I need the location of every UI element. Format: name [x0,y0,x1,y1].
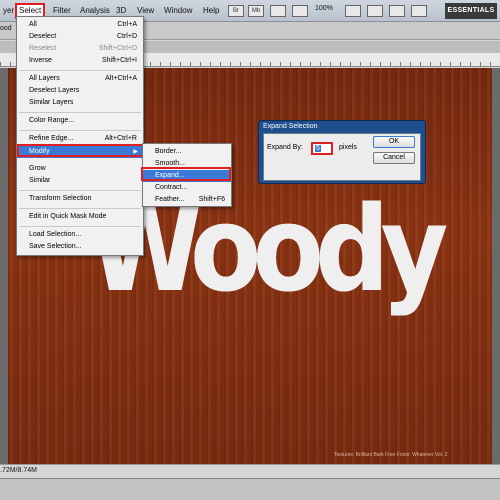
select-menu-dropdown: All Ctrl+A Deselect Ctrl+D Reselect Shift+C… [16,16,145,256]
modify-highlight-annotation [17,144,145,157]
minibridge-icon[interactable]: Mb [248,5,264,17]
menu-item-transform-selection[interactable]: Transform Selection [17,193,143,205]
options-label: ood [0,25,12,32]
watermark-text: Textures: Brilliant Bark Free Fonts: Wha… [334,452,448,458]
expand-by-label: Expand By: [267,144,303,151]
ok-button[interactable]: OK [373,136,415,148]
submenu-item-border[interactable]: Border... [143,146,231,158]
menu-help[interactable]: Help [200,3,222,19]
document-info[interactable]: .72M/8.74M [0,467,37,474]
menu-item-similar-layers[interactable]: Similar Layers [17,97,143,109]
expand-by-input[interactable]: 5 [311,142,333,155]
bottom-panel [0,478,500,500]
menu-item-load-selection[interactable]: Load Selection... [17,229,143,241]
cancel-button[interactable]: Cancel [373,152,415,164]
menu-item-all-layers[interactable]: All Layers Alt+Ctrl+A [17,73,143,85]
rotate-view-icon[interactable] [411,5,427,17]
pixels-unit-label: pixels [339,144,357,151]
menu-item-quick-mask[interactable]: Edit in Quick Mask Mode [17,211,143,223]
screen-mode-icon[interactable] [367,5,383,17]
expand-highlight-annotation [141,167,231,181]
menu-item-grow[interactable]: Grow [17,163,143,175]
menu-item-deselect-layers[interactable]: Deselect Layers [17,85,143,97]
menu-separator [19,130,141,131]
zoom-level[interactable]: 100% [315,5,333,12]
menu-item-similar[interactable]: Similar [17,175,143,187]
hand-tool-icon[interactable] [389,5,405,17]
menu-item-reselect: Reselect Shift+Ctrl+D [29,45,137,52]
zoom-tool-icon[interactable] [292,5,308,17]
menu-item-color-range[interactable]: Color Range... [17,115,143,127]
status-bar: .72M/8.74M [0,464,500,478]
bridge-icon[interactable]: Br [228,5,244,17]
menu-separator [19,190,141,191]
menu-separator [19,112,141,113]
submenu-item-contract[interactable]: Contract... [143,182,231,194]
submenu-item-feather[interactable]: Feather... Shift+F6 [143,194,231,206]
menu-item-inverse[interactable]: Inverse Shift+Ctrl+I [17,55,143,67]
menu-item-all[interactable]: All Ctrl+A [17,19,143,31]
menu-separator [19,70,141,71]
workspace-switcher[interactable]: ESSENTIALS [445,3,497,19]
arrange-docs-icon[interactable] [345,5,361,17]
expand-selection-dialog: Expand Selection Expand By: 5 pixels OK … [258,120,426,184]
menu-window[interactable]: Window [161,3,195,19]
dialog-title: Expand Selection [263,123,318,130]
menu-item-save-selection[interactable]: Save Selection... [17,241,143,253]
view-extras-icon[interactable] [270,5,286,17]
menu-item-deselect[interactable]: Deselect Ctrl+D [17,31,143,43]
menu-separator [19,226,141,227]
menu-separator [19,208,141,209]
